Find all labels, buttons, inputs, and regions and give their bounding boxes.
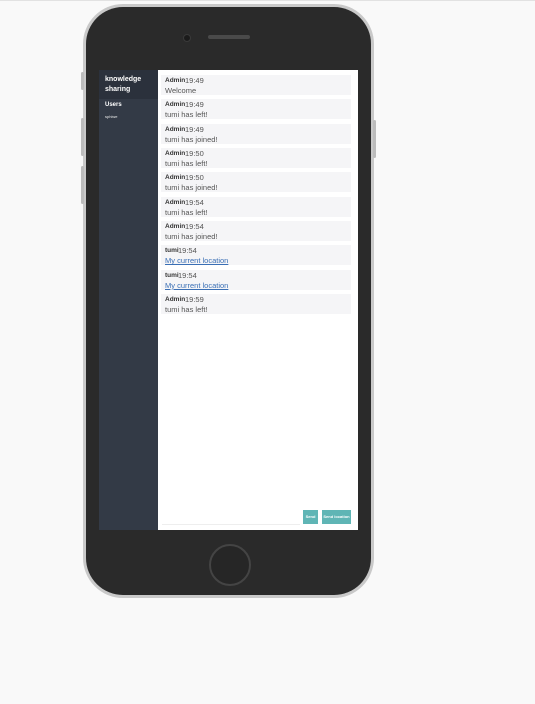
message-item: Admin 19:54 tumi has left!: [161, 196, 351, 217]
message-item: Admin 19:49 tumi has joined!: [161, 123, 351, 144]
phone-screen: knowledge sharing Users sphiwe Admin 19:4…: [99, 70, 358, 530]
message-item: Admin 19:49 tumi has left!: [161, 99, 351, 120]
message-text: Welcome: [165, 86, 197, 95]
message-sender: Admin: [165, 296, 186, 304]
message-time: 19:54: [185, 222, 204, 232]
phone-speaker: [208, 35, 250, 39]
room-title: knowledge sharing: [105, 76, 142, 93]
message-time: 19:59: [185, 295, 204, 305]
message-time: 19:49: [185, 124, 204, 134]
message-sender: Admin: [165, 223, 186, 231]
message-item: Admin 19:54 tumi has joined!: [161, 221, 351, 242]
message-form: Send Send location: [158, 510, 358, 526]
message-time: 19:49: [185, 100, 204, 110]
message-time: 19:54: [185, 197, 204, 207]
message-time: 19:54: [178, 246, 197, 256]
message-sender: Admin: [165, 150, 186, 158]
chat-main: Admin 19:49 Welcome Admin 19:49 tumi has left…: [158, 70, 358, 530]
message-text: tumi has left!: [165, 110, 208, 120]
users-heading: Users: [105, 102, 122, 108]
location-link[interactable]: My current location: [165, 281, 228, 290]
message-sender: Admin: [165, 77, 186, 84]
message-text: tumi has left!: [165, 159, 208, 169]
message-time: 19:49: [185, 76, 204, 85]
phone-home-button[interactable]: [209, 544, 251, 586]
message-sender: Admin: [165, 174, 186, 182]
message-time: 19:50: [185, 149, 204, 159]
message-time: 19:54: [178, 270, 197, 280]
message-item: Admin 19:49 Welcome: [161, 75, 351, 95]
message-item: Admin 19:50 tumi has left!: [161, 148, 351, 169]
location-link[interactable]: My current location: [165, 256, 228, 265]
message-sender: Admin: [165, 125, 186, 133]
message-time: 19:50: [185, 173, 204, 183]
phone-camera-icon: [183, 34, 191, 42]
user-list-item: sphiwe: [105, 114, 118, 119]
message-text: tumi has joined!: [165, 183, 218, 193]
phone-mute-switch: [81, 72, 84, 90]
message-item: Admin 19:59 tumi has left!: [161, 294, 351, 315]
page-top-border: [0, 0, 535, 1]
message-text: tumi has left!: [165, 207, 208, 217]
message-item: tumi 19:54 My current location: [161, 269, 351, 290]
message-list: Admin 19:49 Welcome Admin 19:49 tumi has left…: [161, 75, 351, 318]
message-input[interactable]: [162, 510, 300, 525]
message-item: tumi 19:54 My current location: [161, 245, 351, 266]
message-text: tumi has joined!: [165, 232, 218, 242]
message-sender: Admin: [165, 101, 186, 109]
message-text: tumi has joined!: [165, 134, 218, 144]
chat-sidebar: knowledge sharing Users sphiwe: [99, 70, 158, 530]
phone-volume-up-button: [81, 118, 84, 156]
send-button[interactable]: Send: [303, 510, 318, 524]
room-title-bar: knowledge sharing: [99, 70, 158, 99]
message-item: Admin 19:50 tumi has joined!: [161, 172, 351, 193]
phone-power-button: [373, 120, 376, 158]
send-location-button[interactable]: Send location: [322, 510, 351, 524]
message-text: tumi has left!: [165, 305, 208, 315]
message-sender: Admin: [165, 198, 186, 206]
phone-volume-down-button: [81, 166, 84, 204]
message-sender: tumi: [165, 271, 179, 279]
message-sender: tumi: [165, 247, 179, 255]
